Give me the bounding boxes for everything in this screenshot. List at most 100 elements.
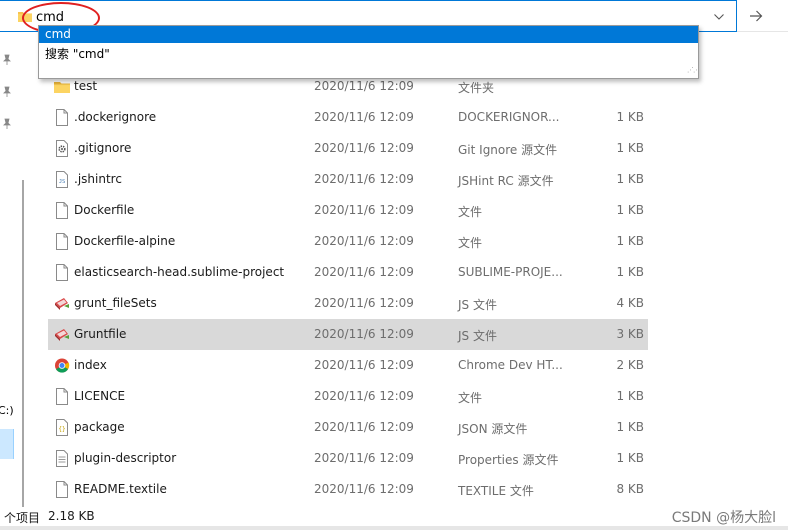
pin-icon[interactable] [1, 54, 13, 66]
file-row[interactable]: elasticsearch-head.sublime-project 2020/1… [48, 257, 648, 288]
chrome-icon [54, 357, 70, 374]
script-icon [54, 295, 70, 312]
file-size: 1 KB [616, 141, 644, 155]
file-date: 2020/11/6 12:09 [314, 265, 414, 279]
file-date: 2020/11/6 12:09 [314, 172, 414, 186]
address-input[interactable] [36, 7, 636, 27]
status-bar: 个项目 2.18 KB CSDN @杨大脸l [0, 507, 788, 530]
file-icon [54, 481, 70, 498]
file-row[interactable]: .gitignore 2020/11/6 12:09 Git Ignore 源文件 1… [48, 133, 648, 164]
file-type: JS 文件 [458, 329, 497, 343]
file-row[interactable]: index 2020/11/6 12:09 Chrome Dev HT... 2 KB [48, 350, 648, 381]
drive-label[interactable]: C:) [0, 404, 14, 417]
arrow-right-icon [750, 10, 763, 22]
file-name: Dockerfile-alpine [74, 234, 176, 248]
folder-icon [54, 78, 70, 95]
file-row[interactable]: JS .jshintrc 2020/11/6 12:09 JSHint RC 源文件 1… [48, 164, 648, 195]
file-type: JSHint RC 源文件 [458, 174, 554, 188]
autocomplete-list: cmd 搜索 "cmd" ⋰⋰ [38, 25, 700, 79]
navigation-pane: C:) [0, 32, 16, 507]
svg-text:JS: JS [59, 179, 66, 185]
file-row[interactable]: Gruntfile 2020/11/6 12:09 JS 文件 3 KB [48, 319, 648, 350]
file-row[interactable]: plugin-descriptor 2020/11/6 12:09 Properti… [48, 443, 648, 474]
svg-text:{}: {} [58, 426, 65, 433]
file-date: 2020/11/6 12:09 [314, 482, 414, 496]
search-suggestion[interactable]: 搜索 "cmd" [45, 45, 110, 62]
file-type: Properties 源文件 [458, 453, 559, 467]
file-row[interactable]: README.textile 2020/11/6 12:09 TEXTILE 文件 8… [48, 474, 648, 505]
file-type: TEXTILE 文件 [458, 484, 534, 498]
json-file-icon: {} [54, 419, 70, 436]
file-size: 1 KB [616, 420, 644, 434]
pin-icon[interactable] [1, 118, 13, 130]
file-row[interactable]: {} package 2020/11/6 12:09 JSON 源文件 1 KB [48, 412, 648, 443]
file-size: 8 KB [616, 482, 644, 496]
file-type: 文件 [458, 205, 483, 219]
file-icon [54, 202, 70, 219]
file-name: plugin-descriptor [74, 451, 177, 465]
file-date: 2020/11/6 12:09 [314, 358, 414, 372]
file-type: DOCKERIGNOR... [458, 110, 560, 124]
file-date: 2020/11/6 12:09 [314, 296, 414, 310]
file-name: Gruntfile [74, 327, 127, 341]
file-row[interactable]: .dockerignore 2020/11/6 12:09 DOCKERIGNOR.… [48, 102, 648, 133]
file-icon [54, 388, 70, 405]
file-name: grunt_fileSets [74, 296, 157, 310]
nav-selected-item[interactable] [0, 429, 14, 459]
status-divider [0, 526, 788, 530]
file-size: 1 KB [616, 110, 644, 124]
js-file-icon: JS [54, 171, 70, 188]
file-date: 2020/11/6 12:09 [314, 420, 414, 434]
file-name: .gitignore [74, 141, 132, 155]
file-name: Dockerfile [74, 203, 135, 217]
file-name: .dockerignore [74, 110, 157, 124]
selection-size: 2.18 KB [48, 509, 95, 523]
file-date: 2020/11/6 12:09 [314, 203, 414, 217]
lines-file-icon [54, 450, 70, 467]
chevron-down-icon[interactable] [708, 8, 730, 26]
file-date: 2020/11/6 12:09 [314, 451, 414, 465]
file-type: JSON 源文件 [458, 422, 528, 436]
file-type: JS 文件 [458, 298, 497, 312]
file-type: SUBLIME-PROJE... [458, 265, 563, 279]
file-name: test [74, 79, 98, 93]
file-date: 2020/11/6 12:09 [314, 234, 414, 248]
script-icon [54, 326, 70, 343]
file-size: 1 KB [616, 203, 644, 217]
file-type: 文件 [458, 391, 483, 405]
resize-grip-icon[interactable]: ⋰⋰ [687, 67, 700, 76]
file-date: 2020/11/6 12:09 [314, 389, 414, 403]
go-button[interactable] [738, 0, 774, 32]
file-size: 1 KB [616, 234, 644, 248]
file-size: 1 KB [616, 389, 644, 403]
file-date: 2020/11/6 12:09 [314, 327, 414, 341]
gear-file-icon [54, 140, 70, 157]
file-name: README.textile [74, 482, 167, 496]
file-size: 1 KB [616, 451, 644, 465]
file-name: elasticsearch-head.sublime-project [74, 265, 285, 279]
file-size: 1 KB [616, 265, 644, 279]
file-type: 文件夹 [458, 81, 495, 95]
file-icon [54, 109, 70, 126]
nav-scrollbar[interactable] [22, 180, 24, 510]
file-type: Chrome Dev HT... [458, 358, 563, 372]
file-row[interactable]: LICENCE 2020/11/6 12:09 文件 1 KB [48, 381, 648, 412]
file-name: index [74, 358, 107, 372]
file-row[interactable]: grunt_fileSets 2020/11/6 12:09 JS 文件 4 KB [48, 288, 648, 319]
file-icon [54, 233, 70, 250]
watermark: CSDN @杨大脸l [671, 510, 776, 526]
file-date: 2020/11/6 12:09 [314, 110, 414, 124]
file-icon [54, 264, 70, 281]
file-name: .jshintrc [74, 172, 122, 186]
file-row[interactable]: Dockerfile-alpine 2020/11/6 12:09 文件 1 KB [48, 226, 648, 257]
file-row[interactable]: Dockerfile 2020/11/6 12:09 文件 1 KB [48, 195, 648, 226]
item-count: 个项目 [4, 511, 41, 525]
file-size: 2 KB [616, 358, 644, 372]
file-size: 3 KB [616, 327, 644, 341]
file-type: 文件 [458, 236, 483, 250]
suggestion-item[interactable]: cmd [39, 26, 698, 43]
file-size: 4 KB [616, 296, 644, 310]
file-date: 2020/11/6 12:09 [314, 79, 414, 93]
file-name: package [74, 420, 125, 434]
pin-icon[interactable] [1, 86, 13, 98]
